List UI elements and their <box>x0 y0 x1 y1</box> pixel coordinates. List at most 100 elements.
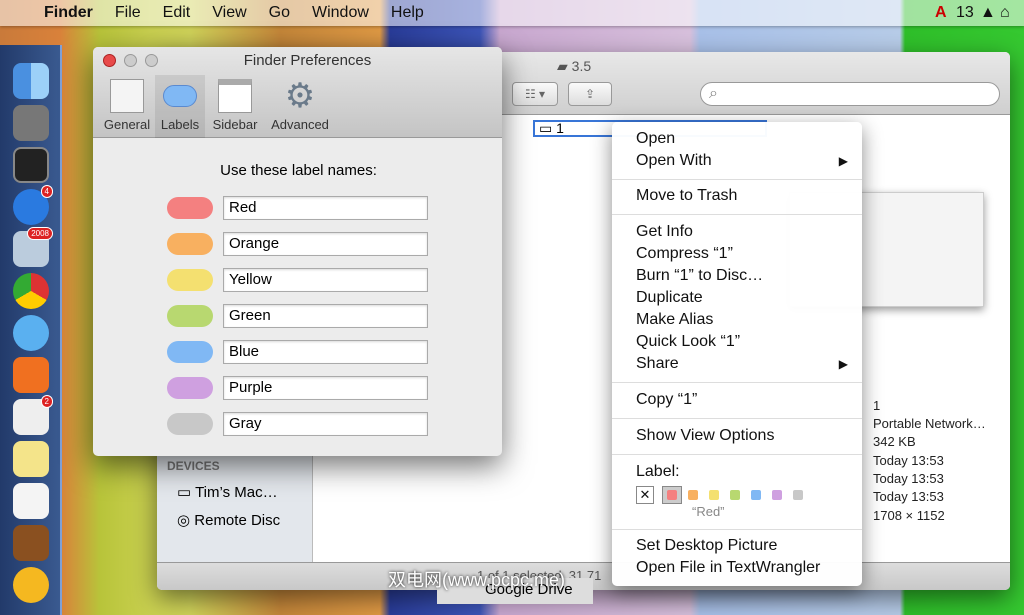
menu-view[interactable]: View <box>212 4 246 22</box>
reminders-icon[interactable]: 2 <box>13 395 53 435</box>
app-store-icon[interactable]: 4 <box>13 185 53 225</box>
home-icon[interactable]: ⌂ <box>1000 4 1010 22</box>
menu-get-info[interactable]: Get Info <box>636 221 852 243</box>
separator <box>612 529 862 530</box>
xnconvert-icon[interactable] <box>13 567 49 603</box>
google-drive-icon[interactable]: ▲ <box>980 4 996 22</box>
separator <box>612 382 862 383</box>
watermark: 双电网(www.pcpc.me) <box>388 570 566 590</box>
sidebar-header-devices: DEVICES <box>167 459 220 473</box>
label-row: Green <box>167 304 428 328</box>
arrange-button[interactable]: ☷ ▾ <box>512 82 558 106</box>
menu-finder[interactable]: Finder <box>44 4 93 22</box>
label-name-field[interactable]: Green <box>223 304 428 328</box>
info-name: 1 <box>873 398 881 413</box>
menu-compress[interactable]: Compress “1” <box>636 243 852 265</box>
sidebar-icon <box>218 79 252 113</box>
menu-copy[interactable]: Copy “1” <box>636 389 852 411</box>
label-name-field[interactable]: Gray <box>223 412 428 436</box>
menu-make-alias[interactable]: Make Alias <box>636 309 852 331</box>
tab-sidebar[interactable]: Sidebar <box>207 79 263 132</box>
textedit-icon[interactable] <box>13 483 49 519</box>
menu-bar: Finder File Edit View Go Window Help A 1… <box>0 0 1024 26</box>
context-menu: Open Open With ▶ Move to Trash Get Info C… <box>612 122 862 586</box>
activity-monitor-icon[interactable] <box>13 147 49 183</box>
label-color-swatch <box>167 341 213 363</box>
labels-heading: Use these label names: <box>220 162 377 179</box>
window-title: ▰ 3.5 <box>557 58 592 74</box>
switch-icon <box>110 79 144 113</box>
tab-general[interactable]: General <box>101 79 153 132</box>
label-row: Gray <box>167 412 428 436</box>
info-kind: Portable Network… <box>873 416 986 431</box>
label-color-swatch <box>167 197 213 219</box>
menu-open[interactable]: Open <box>636 128 852 150</box>
search-input[interactable]: ⌕ <box>700 82 1000 106</box>
info-created: Today 13:53 <box>873 453 944 468</box>
stickies-icon[interactable] <box>13 441 49 477</box>
info-dimensions: 1708 × 1152 <box>873 508 945 523</box>
system-preferences-icon[interactable] <box>13 105 49 141</box>
mail-icon[interactable]: 2008 <box>13 227 53 267</box>
info-last-opened: Today 13:53 <box>873 489 944 504</box>
label-color-swatch <box>167 305 213 327</box>
info-modified: Today 13:53 <box>873 471 944 486</box>
sidebar-item-mac[interactable]: ▭ Tim’s Mac… <box>177 483 278 501</box>
tab-advanced[interactable]: ⚙ Advanced <box>267 79 333 132</box>
label-name-field[interactable]: Red <box>223 196 428 220</box>
dock: 4 2008 2 <box>0 45 62 615</box>
share-button[interactable]: ⇪ <box>568 82 612 106</box>
separator <box>612 454 862 455</box>
rss-icon[interactable] <box>13 357 49 393</box>
tab-labels[interactable]: Labels <box>155 75 205 138</box>
label-name-field[interactable]: Orange <box>223 232 428 256</box>
selected-label-name: “Red” <box>692 504 725 519</box>
menu-show-view-options[interactable]: Show View Options <box>636 425 852 447</box>
menu-open-with[interactable]: Open With ▶ <box>636 150 852 172</box>
separator <box>612 179 862 180</box>
menu-set-desktop-picture[interactable]: Set Desktop Picture <box>636 535 852 557</box>
menu-go[interactable]: Go <box>269 4 290 22</box>
label-color-swatch <box>167 377 213 399</box>
finder-dock-icon[interactable] <box>13 63 49 99</box>
menu-move-to-trash[interactable]: Move to Trash <box>636 185 852 207</box>
label-swatch-blue[interactable] <box>751 490 761 500</box>
gear-icon: ⚙ <box>284 77 316 115</box>
info-size: 342 KB <box>873 434 916 449</box>
menu-help[interactable]: Help <box>391 4 424 22</box>
iphoto-icon[interactable] <box>13 525 49 561</box>
label-row: Red <box>167 196 428 220</box>
label-swatch-purple[interactable] <box>772 490 782 500</box>
label-color-swatch <box>167 269 213 291</box>
label-color-swatch <box>167 413 213 435</box>
label-name-field[interactable]: Blue <box>223 340 428 364</box>
menu-duplicate[interactable]: Duplicate <box>636 287 852 309</box>
separator <box>612 418 862 419</box>
label-swatch-green[interactable] <box>730 490 740 500</box>
label-swatch-gray[interactable] <box>793 490 803 500</box>
menu-quick-look[interactable]: Quick Look “1” <box>636 331 852 353</box>
preferences-title: Finder Preferences <box>243 52 372 69</box>
submenu-arrow-icon: ▶ <box>838 357 848 371</box>
label-swatch-orange[interactable] <box>688 490 698 500</box>
label-none-button[interactable]: ✕ <box>636 486 654 504</box>
label-swatch-yellow[interactable] <box>709 490 719 500</box>
label-name-field[interactable]: Purple <box>223 376 428 400</box>
menu-burn[interactable]: Burn “1” to Disc… <box>636 265 852 287</box>
menu-edit[interactable]: Edit <box>163 4 191 22</box>
label-swatch-red[interactable] <box>667 490 677 500</box>
label-pill-icon <box>163 85 197 107</box>
adobe-icon[interactable]: A <box>935 4 947 22</box>
submenu-arrow-icon: ▶ <box>838 154 848 168</box>
status-count: 13 <box>956 4 974 21</box>
label-row: Orange <box>167 232 428 256</box>
chrome-icon[interactable] <box>13 273 49 309</box>
menu-open-in-textwrangler[interactable]: Open File in TextWrangler <box>636 557 852 579</box>
finder-preferences-window: Finder Preferences General Labels Sideba… <box>93 47 502 456</box>
sidebar-item-remote-disc[interactable]: ◎ Remote Disc <box>177 511 280 529</box>
messages-icon[interactable] <box>13 315 49 351</box>
menu-window[interactable]: Window <box>312 4 369 22</box>
label-name-field[interactable]: Yellow <box>223 268 428 292</box>
menu-file[interactable]: File <box>115 4 141 22</box>
menu-share[interactable]: Share ▶ <box>636 353 852 375</box>
